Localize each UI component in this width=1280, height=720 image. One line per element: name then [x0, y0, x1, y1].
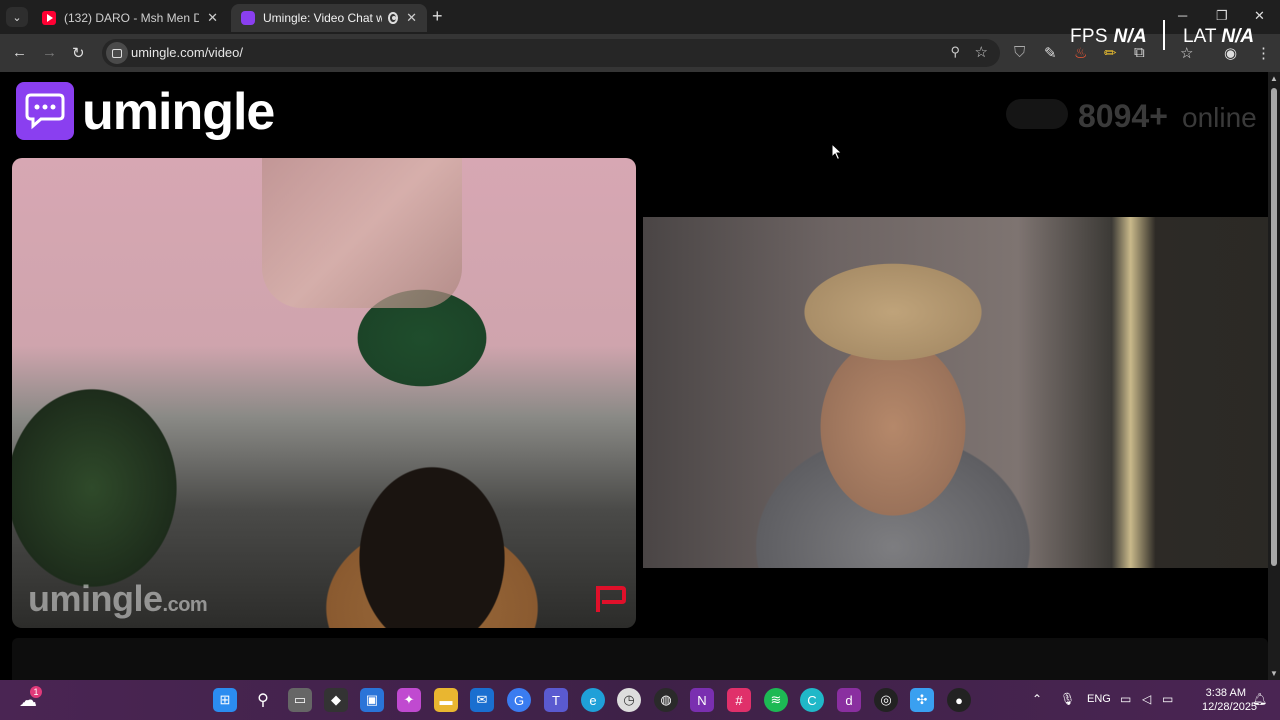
- site-info-icon[interactable]: [106, 42, 128, 64]
- youtube-icon: [42, 11, 56, 25]
- screen: ⌄ (132) DARO - Msh Men Damy | ✕ Umingle:…: [0, 0, 1280, 720]
- lat-label: LAT: [1183, 26, 1217, 47]
- recording-icon: [387, 12, 399, 24]
- self-video: [643, 217, 1268, 568]
- forward-icon[interactable]: →: [42, 44, 57, 61]
- notification-badge: 1: [30, 686, 42, 698]
- tab-title: Umingle: Video Chat with S: [263, 11, 382, 25]
- scrollbar-thumb[interactable]: [1271, 88, 1277, 566]
- brand-name[interactable]: umingle: [82, 82, 275, 142]
- chat-bubble-icon: [25, 93, 65, 130]
- umingle-logo[interactable]: [16, 82, 74, 140]
- lat-value: N/A: [1221, 26, 1255, 47]
- page-scrollbar[interactable]: ▲ ▼: [1268, 72, 1280, 680]
- fps-readout: FPS N/A: [1070, 26, 1147, 48]
- elgato-icon[interactable]: ✣: [910, 688, 934, 712]
- chevron-up-icon[interactable]: ⌃: [1032, 692, 1042, 706]
- address-bar[interactable]: umingle.com/video/ ⚲ ☆: [102, 39, 1000, 67]
- chrome-icon[interactable]: ◍: [654, 688, 678, 712]
- clock-date: 12/28/2025: [1202, 701, 1258, 713]
- teams-icon[interactable]: T: [544, 688, 568, 712]
- slack-icon[interactable]: #: [727, 688, 751, 712]
- tab-youtube[interactable]: (132) DARO - Msh Men Damy | ✕: [32, 4, 228, 32]
- bookmark-star-icon[interactable]: ☆: [975, 43, 988, 61]
- online-count: 8094+: [1078, 98, 1168, 134]
- battery-icon[interactable]: ▭: [1162, 692, 1173, 706]
- tab-search-button[interactable]: ⌄: [6, 7, 28, 27]
- file-explorer-icon[interactable]: ▬: [434, 688, 458, 712]
- watermark-tld: .com: [162, 594, 208, 616]
- online-label: online: [1182, 102, 1257, 133]
- grammarly-icon[interactable]: G: [507, 688, 531, 712]
- spotify-icon[interactable]: ≋: [764, 688, 788, 712]
- windows-start-icon[interactable]: ⊞: [213, 688, 237, 712]
- webcam-app-icon[interactable]: ●: [947, 688, 971, 712]
- close-window-button[interactable]: ✕: [1254, 8, 1265, 24]
- fps-value: N/A: [1113, 26, 1148, 47]
- volume-icon[interactable]: ◁: [1142, 692, 1151, 706]
- windows-taskbar: ☁ 1 ⊞ ⚲ ▭ ◆ ▣ ✦ ▬ ✉ G T e ◷ ◍ N # ≋ C d …: [0, 680, 1280, 720]
- umingle-icon: [241, 11, 255, 25]
- microphone-icon[interactable]: 🎙︎: [1060, 692, 1075, 706]
- background-painting: [262, 158, 462, 308]
- chat-controls-bar[interactable]: [12, 638, 1268, 680]
- copilot-icon[interactable]: ✦: [397, 688, 421, 712]
- mouse-cursor-icon: [831, 143, 843, 161]
- canva-icon[interactable]: C: [800, 688, 824, 712]
- report-flag-icon[interactable]: [594, 584, 628, 614]
- url-text[interactable]: umingle.com/video/: [131, 45, 243, 60]
- watermark-main: umingle: [28, 578, 163, 619]
- partner-video: umingle.com: [12, 158, 636, 628]
- obs-icon[interactable]: ◎: [874, 688, 898, 712]
- new-tab-button[interactable]: +: [432, 6, 443, 27]
- back-icon[interactable]: ←: [12, 44, 27, 61]
- shield-extension-icon[interactable]: ⛉: [1014, 44, 1025, 61]
- reload-icon[interactable]: ↻: [72, 44, 85, 62]
- close-tab-icon[interactable]: ✕: [406, 10, 417, 26]
- close-tab-icon[interactable]: ✕: [207, 10, 218, 26]
- restore-button[interactable]: ❐: [1216, 8, 1228, 24]
- davinci-icon[interactable]: d: [837, 688, 861, 712]
- store-icon[interactable]: ▣: [360, 688, 384, 712]
- search-icon[interactable]: ⚲: [251, 688, 275, 712]
- network-icon[interactable]: ▭: [1120, 692, 1131, 706]
- tab-title: (132) DARO - Msh Men Damy |: [64, 11, 200, 25]
- eyedropper-extension-icon[interactable]: ✎: [1044, 44, 1057, 62]
- menu-kebab-icon[interactable]: ⋮: [1256, 44, 1271, 62]
- page-content: umingle 8094+ online umingle.com: [0, 72, 1268, 680]
- task-view-icon[interactable]: ▭: [288, 688, 312, 712]
- minimize-button[interactable]: ─: [1178, 8, 1187, 23]
- fps-label: FPS: [1070, 26, 1108, 47]
- umingle-watermark: umingle.com: [28, 578, 208, 620]
- scroll-down-icon[interactable]: ▼: [1270, 669, 1278, 678]
- outlook-icon[interactable]: ✉: [470, 688, 494, 712]
- onenote-icon[interactable]: N: [690, 688, 714, 712]
- app-icon[interactable]: ◆: [324, 688, 348, 712]
- edge-icon[interactable]: e: [581, 688, 605, 712]
- zoom-icon[interactable]: ⚲: [950, 44, 960, 60]
- clock-time: 3:38 AM: [1205, 687, 1246, 699]
- notifications-bell-icon[interactable]: 🔔︎: [1252, 692, 1267, 706]
- tab-umingle[interactable]: Umingle: Video Chat with S ✕: [231, 4, 427, 32]
- overlay-divider: [1163, 20, 1165, 50]
- system-clock[interactable]: 3:38 AM 12/28/2025: [1202, 686, 1258, 714]
- scroll-up-icon[interactable]: ▲: [1270, 74, 1278, 83]
- language-indicator[interactable]: ENG: [1087, 693, 1111, 705]
- clock-app-icon[interactable]: ◷: [617, 688, 641, 712]
- online-toggle[interactable]: [1006, 99, 1068, 129]
- latency-readout: LAT N/A: [1183, 26, 1254, 48]
